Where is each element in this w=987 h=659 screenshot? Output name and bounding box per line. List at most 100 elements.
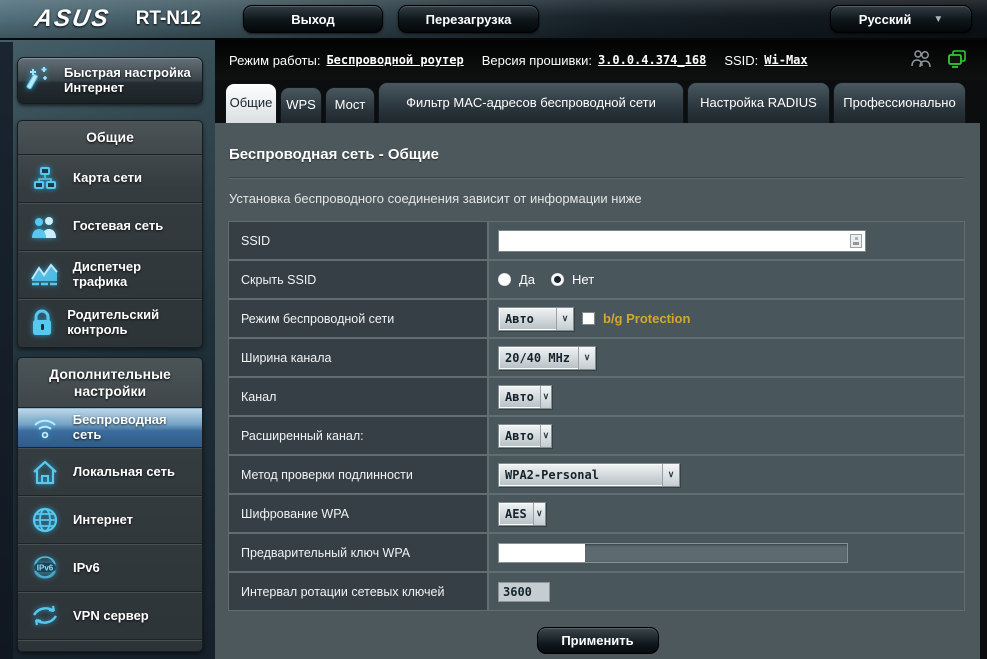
select-arrow-icon [662, 464, 679, 486]
field-label: Предварительный ключ WPA [229, 534, 489, 571]
sidebar-item-partial [18, 640, 202, 651]
vpn-arrows-icon [27, 603, 63, 629]
ssid-value-link[interactable]: Wi-Max [764, 53, 807, 67]
field-label: Режим беспроводной сети [229, 300, 489, 337]
bg-protection-label: b/g Protection [603, 311, 690, 326]
channel-width-select[interactable]: 20/40 MHz [498, 346, 596, 370]
tab-bar: Общие WPS Мост Фильтр MAC-адресов беспро… [215, 80, 987, 123]
wpa-encryption-select[interactable]: AES [498, 502, 546, 526]
firmware-value-link[interactable]: 3.0.0.4.374_168 [598, 53, 706, 67]
sidebar-item-vpn[interactable]: VPN сервер [18, 592, 202, 640]
sidebar-item-label: IPv6 [73, 561, 100, 576]
language-select[interactable]: Русский [830, 5, 972, 33]
quick-setup-label: Быстрая настройка Интернет [64, 66, 196, 96]
table-row-wpa-key: Предварительный ключ WPA [229, 534, 964, 573]
svg-text:IPv6: IPv6 [37, 564, 54, 573]
table-row-wireless-mode: Режим беспроводной сети Авто b/g Protect… [229, 300, 964, 339]
section-title: Общие [18, 121, 202, 155]
sidebar-item-parental-control[interactable]: Родительский контроль [18, 299, 202, 347]
sidebar-item-label: Гостевая сеть [73, 219, 163, 234]
traffic-manager-icon [27, 262, 63, 288]
table-row-wpa-encryption: Шифрование WPA AES [229, 495, 964, 534]
extension-channel-select[interactable]: Авто [498, 424, 552, 448]
tab-mac-filter[interactable]: Фильтр MAC-адресов беспроводной сети [378, 82, 684, 123]
lan-icon [27, 459, 63, 486]
sidebar-item-lan[interactable]: Локальная сеть [18, 448, 202, 496]
tab-general[interactable]: Общие [225, 83, 277, 123]
bg-protection-checkbox[interactable] [582, 312, 595, 325]
key-rotation-input[interactable] [498, 582, 550, 602]
autofill-icon[interactable] [850, 234, 862, 248]
sidebar-item-label: VPN сервер [73, 609, 149, 624]
guest-network-icon [27, 214, 63, 240]
logout-button[interactable]: Выход [243, 5, 383, 33]
auth-method-select[interactable]: WPA2-Personal [498, 463, 680, 487]
table-row-extension-channel: Расширенный канал: Авто [229, 417, 964, 456]
mode-value-link[interactable]: Беспроводной роутер [326, 53, 463, 67]
sidebar-item-label: Интернет [73, 513, 133, 528]
table-row-auth-method: Метод проверки подлинности WPA2-Personal [229, 456, 964, 495]
router-model: RT-N12 [136, 8, 201, 30]
quick-setup-button[interactable]: Быстрая настройка Интернет [17, 57, 203, 104]
magic-wand-icon [26, 63, 56, 98]
sidebar-section-general: Общие Карта сети Гост [17, 120, 203, 348]
field-label: Ширина канала [229, 339, 489, 376]
network-map-icon [27, 166, 63, 192]
sidebar-item-label: Беспроводная сеть [73, 413, 198, 443]
wpa-key-filled-segment [499, 544, 585, 562]
tab-radius[interactable]: Настройка RADIUS [687, 82, 830, 123]
field-label: Метод проверки подлинности [229, 456, 489, 493]
operation-mode: Режим работы: Беспроводной роутер [229, 53, 464, 68]
main-content: Режим работы: Беспроводной роутер Версия… [215, 40, 987, 659]
field-label: SSID [229, 222, 489, 259]
sidebar-item-label: Родительский контроль [67, 308, 198, 338]
sidebar-item-traffic-manager[interactable]: Диспетчер трафика [18, 251, 202, 299]
sidebar-item-guest-network[interactable]: Гостевая сеть [18, 203, 202, 251]
section-title: Дополнительные настройки [18, 358, 202, 409]
ssid-input[interactable] [498, 230, 866, 252]
mode-label: Режим работы: [229, 53, 320, 68]
sidebar-item-network-map[interactable]: Карта сети [18, 155, 202, 203]
reboot-button[interactable]: Перезагрузка [398, 5, 539, 33]
radio-label-yes: Да [519, 272, 535, 287]
channel-select[interactable]: Авто [498, 385, 552, 409]
tab-wps[interactable]: WPS [280, 87, 322, 123]
tab-bridge[interactable]: Мост [325, 87, 375, 123]
ipv6-globe-icon: IPv6 [27, 554, 63, 582]
radio-label-no: Нет [572, 272, 594, 287]
select-arrow-icon [578, 347, 595, 369]
sidebar-item-wireless[interactable]: Беспроводная сеть [18, 408, 202, 448]
tab-professional[interactable]: Профессионально [833, 82, 966, 123]
top-bar: ASUS RT-N12 Выход Перезагрузка Русский [0, 0, 987, 40]
sidebar-item-label: Карта сети [73, 171, 142, 186]
table-row-ssid: SSID [229, 222, 964, 261]
select-arrow-icon [540, 425, 551, 447]
settings-table: SSID Скрыть SSID Да Нет Режи [228, 221, 965, 611]
ssid-label: SSID: [724, 53, 758, 68]
current-ssid: SSID: Wi-Max [724, 53, 807, 68]
hide-ssid-yes-radio[interactable] [498, 273, 511, 286]
wireless-mode-select[interactable]: Авто [498, 307, 574, 331]
field-label: Интервал ротации сетевых ключей [229, 573, 489, 610]
wan-globe-icon [27, 506, 63, 534]
field-label: Канал [229, 378, 489, 415]
wireless-icon [27, 415, 63, 441]
apply-button[interactable]: Применить [537, 627, 659, 654]
clients-icon[interactable] [911, 49, 933, 72]
wpa-key-input[interactable] [498, 543, 848, 563]
firmware-label: Версия прошивки: [482, 53, 592, 68]
table-row-channel: Канал Авто [229, 378, 964, 417]
hide-ssid-no-radio[interactable] [551, 273, 564, 286]
select-arrow-icon [533, 503, 545, 525]
parental-control-icon [27, 309, 57, 337]
usb-devices-icon[interactable] [947, 49, 967, 72]
chevron-down-icon [933, 14, 943, 25]
field-label: Скрыть SSID [229, 261, 489, 298]
status-bar: Режим работы: Беспроводной роутер Версия… [215, 40, 987, 80]
table-row-hide-ssid: Скрыть SSID Да Нет [229, 261, 964, 300]
firmware-version: Версия прошивки: 3.0.0.4.374_168 [482, 53, 707, 68]
sidebar-item-ipv6[interactable]: IPv6 IPv6 [18, 544, 202, 592]
select-arrow-icon [556, 308, 573, 330]
sidebar-item-label: Локальная сеть [73, 465, 175, 480]
sidebar-item-wan[interactable]: Интернет [18, 496, 202, 544]
